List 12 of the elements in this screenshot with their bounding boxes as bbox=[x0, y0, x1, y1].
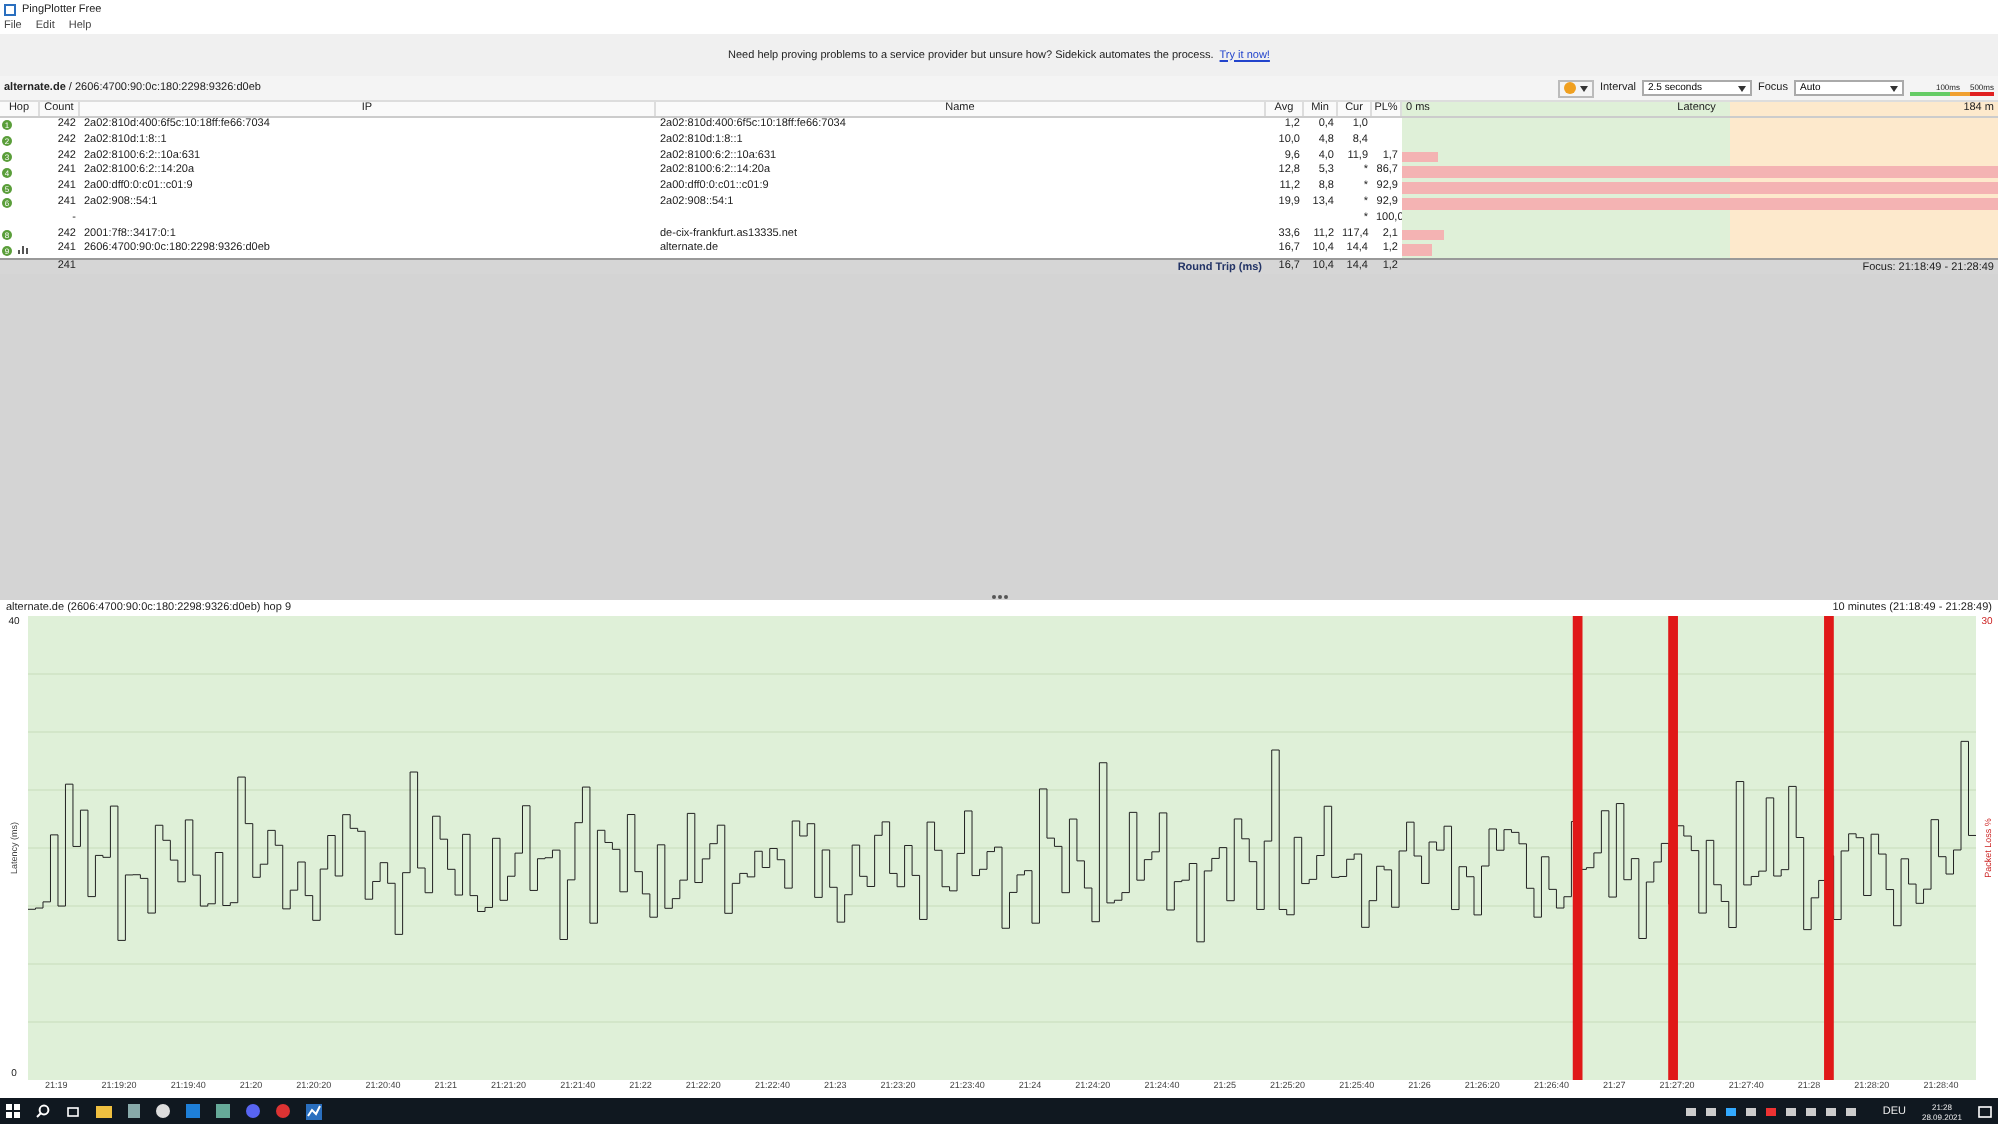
splitter-handle[interactable] bbox=[991, 594, 1007, 600]
pingplotter-icon[interactable] bbox=[306, 1103, 322, 1119]
folder-icon[interactable] bbox=[96, 1105, 112, 1117]
task-view-icon[interactable] bbox=[66, 1105, 80, 1117]
search-icon[interactable] bbox=[36, 1104, 50, 1118]
status-icon bbox=[1563, 82, 1576, 94]
alert-button[interactable] bbox=[1557, 79, 1594, 97]
windows-icon[interactable] bbox=[6, 1104, 20, 1118]
caret-icon bbox=[1738, 85, 1747, 91]
caret-icon bbox=[1579, 85, 1588, 91]
caret-icon bbox=[1890, 85, 1898, 91]
notification-icon[interactable] bbox=[1978, 1105, 1992, 1117]
